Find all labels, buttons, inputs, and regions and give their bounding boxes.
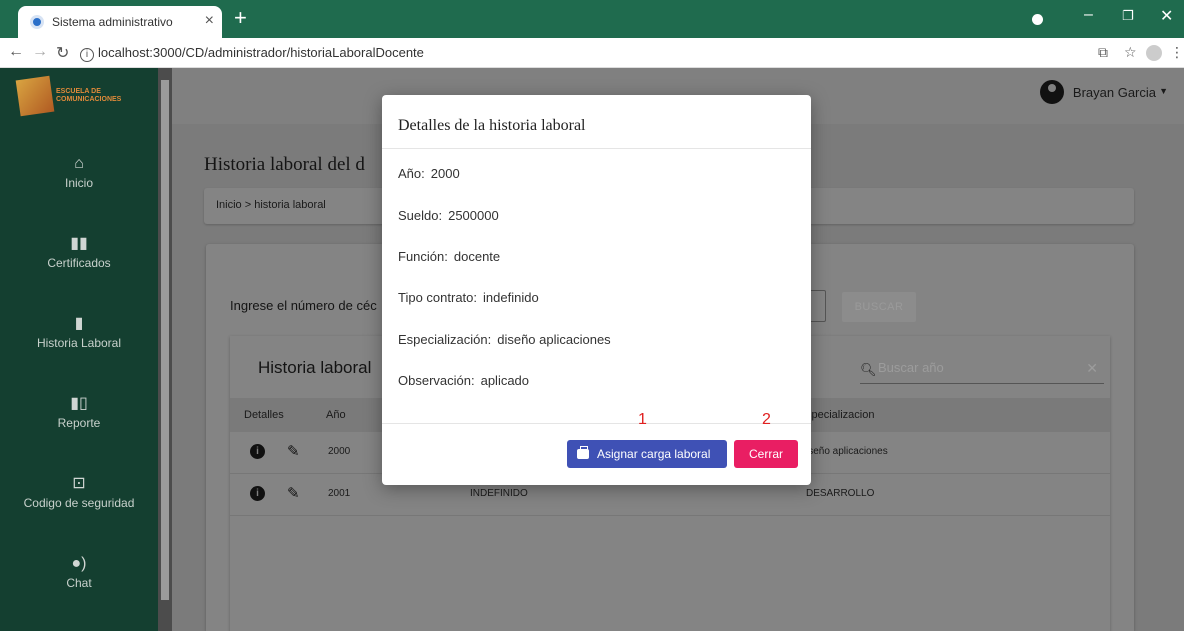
tab-close-icon[interactable]: ×	[205, 12, 214, 30]
field-ano: Año: 2000	[398, 166, 460, 181]
year-search-field[interactable]: 🔍︎ Buscar año ✕	[860, 354, 1104, 384]
edit-pencil-icon[interactable]: ✎	[287, 484, 300, 502]
clear-search-icon[interactable]: ✕	[1086, 360, 1098, 377]
school-logo[interactable]: ESCUELA DE COMUNICACIONES	[15, 75, 138, 120]
field-label: Sueldo:	[398, 208, 443, 223]
sidebar-item-certificados[interactable]: ▮▮ Certificados	[0, 234, 158, 294]
field-observacion: Observación: aplicado	[398, 373, 529, 388]
column-header[interactable]: Año	[326, 409, 346, 421]
field-value: aplicado	[480, 373, 530, 388]
column-header[interactable]: specializacion	[806, 409, 874, 421]
field-value: docente	[453, 249, 501, 264]
info-icon[interactable]: i	[250, 486, 265, 501]
logo-emblem-icon	[15, 75, 55, 117]
year-search-input[interactable]: Buscar año	[878, 360, 944, 375]
sidebar-item-reporte[interactable]: ▮▯ Reporte	[0, 394, 158, 454]
sidebar-item-codigo-seguridad[interactable]: ⊡ Codigo de seguridad	[0, 474, 158, 534]
field-value: indefinido	[483, 290, 539, 305]
field-label: Año:	[398, 166, 425, 181]
bookmark-star-icon[interactable]: ☆	[1124, 44, 1137, 61]
book-icon: ▮	[74, 315, 84, 332]
sidebar-item-chat[interactable]: ●) Chat	[0, 554, 158, 614]
record-voice-icon: ●)	[71, 555, 87, 572]
field-tipo-contrato: Tipo contrato: indefinido	[398, 290, 539, 305]
info-icon[interactable]: i	[80, 48, 94, 62]
briefcase-icon	[577, 446, 589, 459]
profile-dot-icon[interactable]	[1032, 14, 1043, 25]
modal-divider	[382, 148, 811, 149]
sidebar-item-label: Codigo de seguridad	[23, 496, 135, 510]
url-text: localhost:3000/CD/administrador/historia…	[98, 45, 424, 60]
home-icon: ⌂	[74, 155, 84, 172]
sidebar-item-historia-laboral[interactable]: ▮ Historia Laboral	[0, 314, 158, 374]
specialization-cell: iseño aplicaciones	[806, 446, 888, 457]
modal-title: Detalles de la historia laboral	[398, 117, 586, 134]
reload-icon[interactable]: ↻	[56, 43, 69, 63]
field-label: Tipo contrato:	[398, 290, 478, 305]
sidebar: ESCUELA DE COMUNICACIONES ⌂ Inicio ▮▮ Ce…	[0, 68, 158, 631]
modal-footer-divider	[382, 423, 811, 424]
book-icon: ▮▮	[70, 235, 88, 252]
sidebar-scrollbar-thumb[interactable]	[161, 80, 169, 600]
detail-modal: Detalles de la historia laboral Año: 2000…	[382, 95, 811, 485]
url-field[interactable]: i localhost:3000/CD/administrador/histori…	[80, 42, 1020, 64]
sidebar-item-label: Historia Laboral	[36, 336, 122, 350]
tab-title: Sistema administrativo	[52, 15, 173, 29]
sidebar-item-label: Reporte	[57, 416, 101, 430]
assign-workload-label: Asignar carga laboral	[597, 447, 711, 461]
field-label: Observación:	[398, 373, 475, 388]
translate-icon[interactable]: ⧉	[1098, 44, 1108, 61]
favicon-icon	[30, 15, 44, 29]
field-value: 2500000	[448, 208, 499, 223]
profile-icon[interactable]	[1146, 45, 1162, 61]
account-circle-icon	[1040, 80, 1064, 104]
annotation-number: 2	[762, 411, 771, 428]
specialization-cell: DESARROLLO	[806, 488, 875, 499]
field-label: Especialización:	[398, 332, 492, 347]
back-icon[interactable]: ←	[8, 43, 24, 61]
address-bar: ← → ↻ i localhost:3000/CD/administrador/h…	[0, 38, 1184, 68]
field-sueldo: Sueldo: 2500000	[398, 208, 499, 223]
minimize-icon[interactable]: –	[1084, 6, 1093, 24]
caret-down-icon: ▼	[1159, 86, 1168, 96]
book-open-icon: ▮▯	[70, 395, 88, 412]
breadcrumb-text[interactable]: Inicio > historia laboral	[216, 199, 326, 211]
sidebar-item-label: Certificados	[47, 256, 111, 270]
table-title: Historia laboral	[258, 358, 372, 377]
field-value: diseño aplicaciones	[497, 332, 611, 347]
close-window-icon[interactable]: ✕	[1160, 6, 1173, 26]
lock-icon: ⊡	[72, 475, 86, 492]
browser-tab-bar: Sistema administrativo × + – ❐ ✕	[0, 0, 1184, 38]
year-cell: 2000	[328, 446, 351, 457]
field-label: Función:	[398, 249, 448, 264]
close-button[interactable]: Cerrar	[734, 440, 798, 468]
page-title: Historia laboral del d	[204, 154, 365, 175]
field-value: 2000	[430, 166, 460, 181]
field-funcion: Función: docente	[398, 249, 500, 264]
new-tab-button[interactable]: +	[234, 7, 247, 29]
buscar-button[interactable]: BUSCAR	[842, 292, 916, 322]
sidebar-item-label: Chat	[66, 576, 92, 590]
restore-icon[interactable]: ❐	[1122, 8, 1134, 24]
menu-dots-icon[interactable]: ⋮	[1170, 44, 1184, 61]
sidebar-item-inicio[interactable]: ⌂ Inicio	[0, 154, 158, 214]
year-cell: 2001	[328, 488, 351, 499]
field-especializacion: Especialización: diseño aplicaciones	[398, 332, 611, 347]
column-header: Detalles	[244, 409, 284, 421]
logo-text: ESCUELA DE COMUNICACIONES	[56, 88, 122, 103]
user-menu[interactable]: Brayan Garcia ▼	[1028, 80, 1168, 108]
user-name: Brayan Garcia	[1072, 85, 1156, 100]
browser-tab[interactable]: Sistema administrativo ×	[18, 6, 222, 38]
search-icon: 🔍︎	[860, 362, 877, 377]
annotation-number: 1	[638, 411, 647, 428]
edit-pencil-icon[interactable]: ✎	[287, 442, 300, 460]
forward-icon[interactable]: →	[32, 43, 48, 61]
cedula-prompt: Ingrese el número de céc	[230, 298, 377, 313]
sidebar-item-label: Inicio	[64, 176, 93, 190]
contract-cell: INDEFINIDO	[470, 488, 528, 499]
info-icon[interactable]: i	[250, 444, 265, 459]
assign-workload-button[interactable]: Asignar carga laboral	[567, 440, 727, 468]
